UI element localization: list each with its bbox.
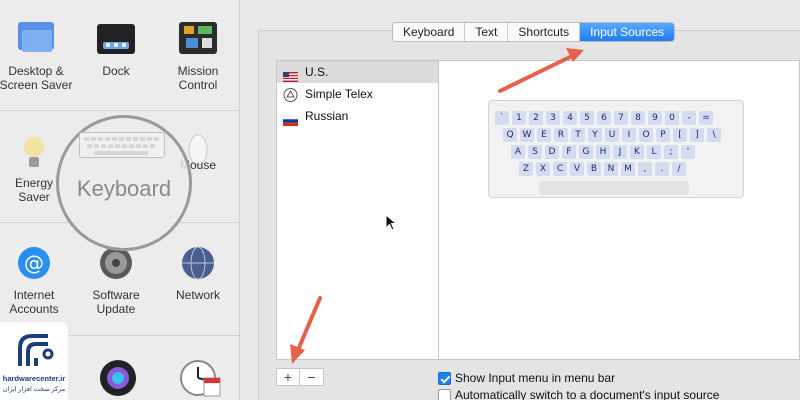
arrow-to-add-button-icon: [290, 296, 322, 364]
tab-text[interactable]: Text: [465, 23, 509, 41]
tab-input-sources[interactable]: Input Sources: [580, 23, 675, 41]
screenshot-root: Desktop & Screen Saver Dock Mission Cont…: [0, 0, 800, 400]
tab-keyboard[interactable]: Keyboard: [393, 23, 466, 41]
arrow-to-input-sources-icon: [498, 48, 584, 93]
tab-shortcuts[interactable]: Shortcuts: [508, 23, 581, 41]
annotation-arrows: [290, 48, 584, 364]
tab-bar: Keyboard Text Shortcuts Input Sources: [392, 22, 676, 42]
